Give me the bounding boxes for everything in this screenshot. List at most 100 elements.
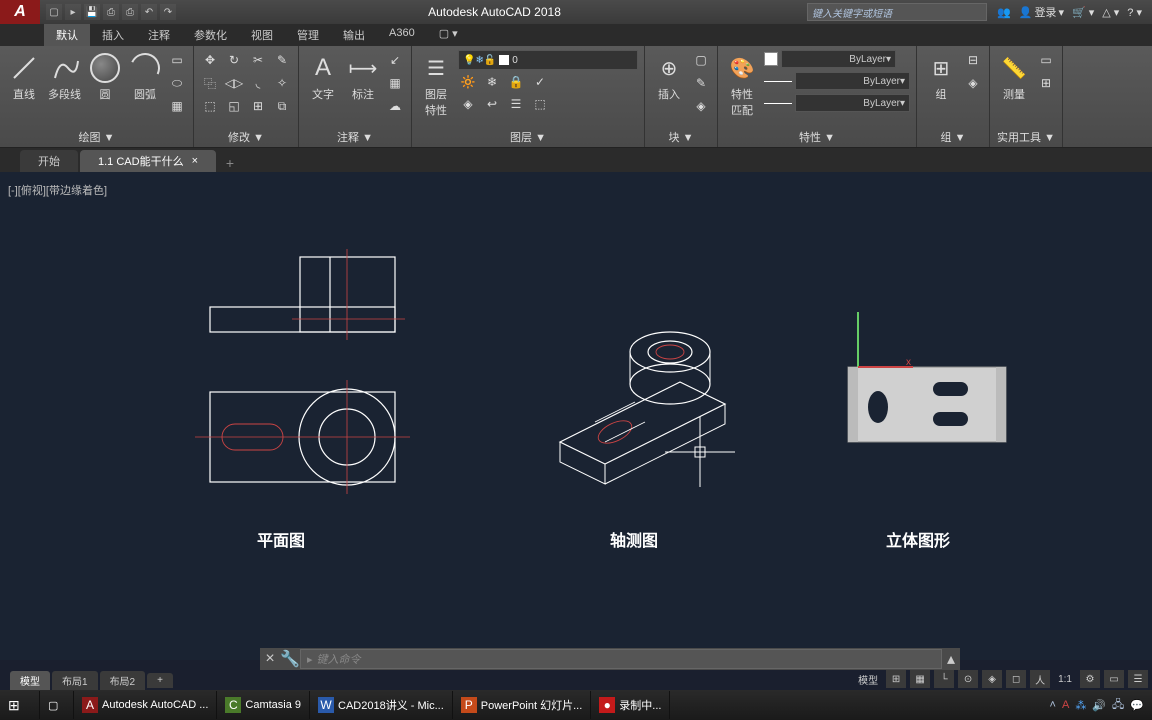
- attr-icon[interactable]: ◈: [691, 96, 711, 116]
- new-icon[interactable]: ▢: [46, 4, 62, 20]
- close-tab-icon[interactable]: ×: [192, 155, 198, 167]
- offset-icon[interactable]: ⧉: [272, 96, 292, 116]
- status-scale[interactable]: 1:1: [1054, 674, 1076, 685]
- linetype-dropdown[interactable]: ByLayer ▾: [795, 94, 910, 112]
- polar-icon[interactable]: ⊙: [958, 670, 978, 688]
- cmd-tools-icon[interactable]: 🔧: [280, 649, 300, 669]
- tab-manage[interactable]: 管理: [285, 24, 331, 46]
- polyline-button[interactable]: 多段线: [46, 50, 83, 104]
- saveas-icon[interactable]: ⎙: [103, 4, 119, 20]
- table-icon[interactable]: ▦: [385, 73, 405, 93]
- exchange-icon[interactable]: 🛒 ▾: [1072, 6, 1094, 19]
- rotate-icon[interactable]: ↻: [224, 50, 244, 70]
- copy-icon[interactable]: ⿻: [200, 73, 220, 93]
- rect-icon[interactable]: ▭: [167, 50, 187, 70]
- edit-block-icon[interactable]: ✎: [691, 73, 711, 93]
- grid-icon[interactable]: ⊞: [886, 670, 906, 688]
- undo-icon[interactable]: ↶: [141, 4, 157, 20]
- panel-layers-label[interactable]: 图层 ▼: [418, 127, 638, 147]
- drawing-area[interactable]: [-][俯视][带边缘着色]: [0, 172, 1152, 660]
- layer-off-icon[interactable]: 🔆: [458, 72, 478, 92]
- task-autocad[interactable]: AAutodesk AutoCAD ...: [74, 691, 217, 719]
- layout-tab-2[interactable]: 布局2: [100, 671, 146, 690]
- open-icon[interactable]: ▸: [65, 4, 81, 20]
- color-dropdown[interactable]: ByLayer ▾: [781, 50, 896, 68]
- layout-tab-model[interactable]: 模型: [10, 671, 50, 690]
- search-input[interactable]: 键入关键字或短语: [807, 3, 987, 21]
- panel-draw-label[interactable]: 绘图 ▼: [6, 127, 187, 147]
- layout-tab-add[interactable]: +: [147, 673, 173, 688]
- match-props-button[interactable]: 🎨 特性 匹配: [724, 50, 760, 120]
- layer-match-icon[interactable]: ✓: [530, 72, 550, 92]
- tab-a360[interactable]: A360: [377, 24, 427, 46]
- layer-lock-icon[interactable]: 🔒: [506, 72, 526, 92]
- create-block-icon[interactable]: ▢: [691, 50, 711, 70]
- start-button[interactable]: ⊞: [0, 691, 40, 719]
- array-icon[interactable]: ⊞: [248, 96, 268, 116]
- taskview-icon[interactable]: ▢: [40, 691, 74, 719]
- mirror-icon[interactable]: ◁▷: [224, 73, 244, 93]
- arc-button[interactable]: 圆弧: [127, 50, 163, 104]
- help-icon[interactable]: ? ▾: [1127, 6, 1142, 19]
- group-edit-icon[interactable]: ◈: [963, 73, 983, 93]
- custom-icon[interactable]: ☰: [1128, 670, 1148, 688]
- task-camtasia[interactable]: CCamtasia 9: [217, 691, 310, 719]
- panel-props-label[interactable]: 特性 ▼: [724, 127, 910, 147]
- save-icon[interactable]: 💾: [84, 4, 100, 20]
- erase-icon[interactable]: ✎: [272, 50, 292, 70]
- panel-block-label[interactable]: 块 ▼: [651, 127, 711, 147]
- leader-icon[interactable]: ↙: [385, 50, 405, 70]
- task-recording[interactable]: ●录制中...: [591, 691, 670, 719]
- app-logo[interactable]: A: [0, 0, 40, 24]
- tab-featured[interactable]: ▢ ▾: [427, 24, 470, 46]
- group-button[interactable]: ⊞ 组: [923, 50, 959, 104]
- layer-state-icon[interactable]: ☰: [506, 94, 526, 114]
- iso-icon[interactable]: ◈: [982, 670, 1002, 688]
- ungroup-icon[interactable]: ⊟: [963, 50, 983, 70]
- circle-button[interactable]: 圆: [87, 50, 123, 104]
- trim-icon[interactable]: ✂: [248, 50, 268, 70]
- tab-parametric[interactable]: 参数化: [182, 24, 239, 46]
- tab-default[interactable]: 默认: [44, 24, 90, 46]
- layer-props-button[interactable]: ☰ 图层 特性: [418, 50, 454, 120]
- ortho-icon[interactable]: └: [934, 670, 954, 688]
- osnap-icon[interactable]: ◻: [1006, 670, 1026, 688]
- cmd-expand-icon[interactable]: ▴: [942, 649, 960, 669]
- measure-button[interactable]: 📏 测量: [996, 50, 1032, 104]
- task-powerpoint[interactable]: PPowerPoint 幻灯片...: [453, 691, 591, 719]
- layer-iso-icon[interactable]: ◈: [458, 94, 478, 114]
- max-icon[interactable]: ▭: [1104, 670, 1124, 688]
- tray-a-icon[interactable]: A: [1062, 699, 1069, 711]
- ellipse-icon[interactable]: ⬭: [167, 73, 187, 93]
- layout-tab-1[interactable]: 布局1: [52, 671, 98, 690]
- layer-prev-icon[interactable]: ↩: [482, 94, 502, 114]
- panel-group-label[interactable]: 组 ▼: [923, 127, 983, 147]
- tab-output[interactable]: 输出: [331, 24, 377, 46]
- file-tab-active[interactable]: 1.1 CAD能干什么 ×: [80, 150, 216, 172]
- add-tab-button[interactable]: +: [218, 154, 242, 172]
- tab-view[interactable]: 视图: [239, 24, 285, 46]
- stretch-icon[interactable]: ⬚: [200, 96, 220, 116]
- tray-up-icon[interactable]: ˄: [1050, 699, 1056, 711]
- gear-icon[interactable]: ⚙: [1080, 670, 1100, 688]
- layer-freeze-icon[interactable]: ❄: [482, 72, 502, 92]
- select-icon[interactable]: ▭: [1036, 50, 1056, 70]
- scale-icon[interactable]: ◱: [224, 96, 244, 116]
- tray-act-icon[interactable]: 💬: [1130, 699, 1144, 712]
- cloud-icon[interactable]: ☁: [385, 96, 405, 116]
- line-button[interactable]: 直线: [6, 50, 42, 104]
- cmd-close-icon[interactable]: ×: [260, 649, 280, 669]
- stayconnected-icon[interactable]: △ ▾: [1102, 6, 1119, 19]
- layer-walk-icon[interactable]: ⬚: [530, 94, 550, 114]
- calc-icon[interactable]: ⊞: [1036, 73, 1056, 93]
- layer-dropdown[interactable]: 💡 ❄ 🔓 0: [458, 50, 638, 70]
- login-button[interactable]: 👤 登录 ▾: [1019, 4, 1064, 20]
- fillet-icon[interactable]: ◟: [248, 73, 268, 93]
- tab-insert[interactable]: 插入: [90, 24, 136, 46]
- text-button[interactable]: A 文字: [305, 50, 341, 104]
- tray-vol-icon[interactable]: 🔊: [1092, 699, 1106, 712]
- anno-icon[interactable]: 人: [1030, 670, 1050, 688]
- infocenter-icon[interactable]: 👥: [997, 6, 1011, 19]
- plot-icon[interactable]: ⎙: [122, 4, 138, 20]
- tray-net-icon[interactable]: 🖧: [1112, 696, 1124, 715]
